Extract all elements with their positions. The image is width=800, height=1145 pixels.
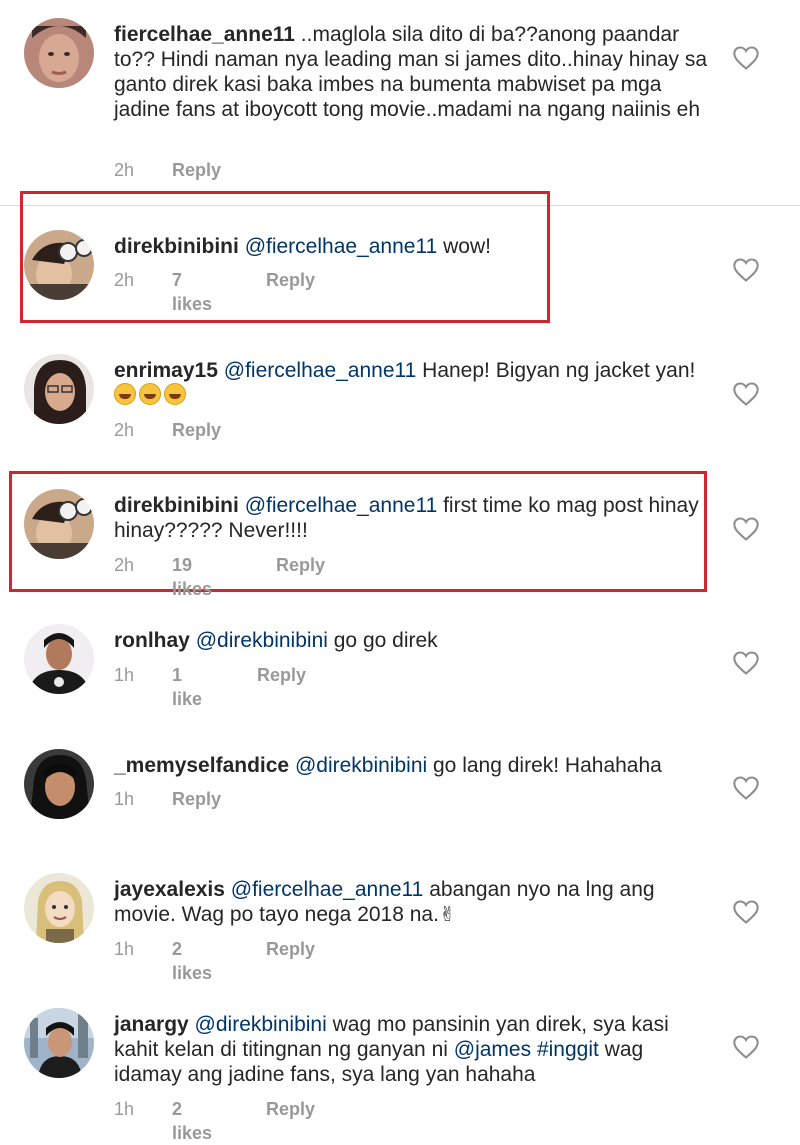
comment-mention[interactable]: @direkbinibini xyxy=(195,1013,327,1036)
comment-text: enrimay15 @fiercelhae_anne11 Hanep! Bigy… xyxy=(114,358,714,408)
comment-body: go lang direk! Hahahaha xyxy=(427,754,662,777)
comment-text: jayexalexis @fiercelhae_anne11 abangan n… xyxy=(114,877,714,928)
comment-mention[interactable]: @direkbinibini xyxy=(295,754,427,777)
heart-outline-icon[interactable] xyxy=(732,1034,760,1060)
avatar[interactable] xyxy=(24,354,94,424)
heart-outline-icon[interactable] xyxy=(732,45,760,71)
avatar[interactable] xyxy=(24,18,94,88)
comment-username[interactable]: direkbinibini xyxy=(114,235,239,258)
comment-time: 2h xyxy=(114,420,135,440)
heart-outline-icon[interactable] xyxy=(732,516,760,542)
comment-username[interactable]: janargy xyxy=(114,1013,189,1036)
comment-username[interactable]: _memyselfandice xyxy=(114,754,289,777)
comment-time: 1h xyxy=(114,789,135,809)
comment-body: go go direk xyxy=(327,629,438,652)
comment-mention[interactable]: @james xyxy=(454,1038,531,1061)
comment-hashtag[interactable]: #inggit xyxy=(537,1038,599,1061)
heart-outline-icon[interactable] xyxy=(732,899,760,925)
heart-outline-icon[interactable] xyxy=(732,381,760,407)
comment-text: direkbinibini @fiercelhae_anne11 first t… xyxy=(114,493,714,543)
reply-button[interactable]: Reply xyxy=(172,158,221,182)
heart-outline-icon[interactable] xyxy=(732,775,760,801)
likes-count[interactable]: 19 likes xyxy=(172,553,212,601)
comment-body: Hanep! Bigyan ng jacket yan! xyxy=(416,359,696,382)
comment-mention[interactable]: @fiercelhae_anne11 xyxy=(224,359,417,382)
avatar[interactable] xyxy=(24,489,94,559)
comment-time: 1h xyxy=(114,939,135,959)
reply-button[interactable]: Reply xyxy=(266,268,315,292)
comment-username[interactable]: fiercelhae_anne11 xyxy=(114,23,295,46)
comment-username[interactable]: enrimay15 xyxy=(114,359,218,382)
grinning-sweat-emoji xyxy=(114,383,136,405)
heart-outline-icon[interactable] xyxy=(732,257,760,283)
comment-time: 1h xyxy=(114,1099,135,1119)
comment-username[interactable]: direkbinibini xyxy=(114,494,239,517)
avatar[interactable] xyxy=(24,624,94,694)
comment-text: fiercelhae_anne11 ..maglola sila dito di… xyxy=(114,22,714,122)
comment-time: 2h xyxy=(114,160,135,180)
victory-hand-emoji: ✌ xyxy=(438,904,456,926)
reply-button[interactable]: Reply xyxy=(257,663,306,687)
comment-mention[interactable]: @fiercelhae_anne11 xyxy=(245,494,438,517)
likes-count[interactable]: 2 likes xyxy=(172,937,212,985)
likes-count[interactable]: 7 likes xyxy=(172,268,212,316)
avatar[interactable] xyxy=(24,873,94,943)
avatar[interactable] xyxy=(24,230,94,300)
comment-username[interactable]: ronlhay xyxy=(114,629,190,652)
avatar[interactable] xyxy=(24,1008,94,1078)
comment-mention[interactable]: @direkbinibini xyxy=(196,629,328,652)
comment-username[interactable]: jayexalexis xyxy=(114,878,225,901)
comment-mention[interactable]: @fiercelhae_anne11 xyxy=(245,235,438,258)
comment-body: wow! xyxy=(437,235,491,258)
comment-mention[interactable]: @fiercelhae_anne11 xyxy=(231,878,424,901)
comment-text: _memyselfandice @direkbinibini go lang d… xyxy=(114,753,714,778)
heart-outline-icon[interactable] xyxy=(732,650,760,676)
grinning-sweat-emoji xyxy=(139,383,161,405)
comment-text: janargy @direkbinibini wag mo pansinin y… xyxy=(114,1012,714,1087)
likes-count[interactable]: 1 like xyxy=(172,663,202,711)
reply-button[interactable]: Reply xyxy=(266,937,315,961)
avatar[interactable] xyxy=(24,749,94,819)
comment-time: 2h xyxy=(114,270,135,290)
comment-text: direkbinibini @fiercelhae_anne11 wow! xyxy=(114,234,714,259)
reply-button[interactable]: Reply xyxy=(266,1097,315,1121)
reply-button[interactable]: Reply xyxy=(172,418,221,442)
grinning-sweat-emoji xyxy=(164,383,186,405)
comment-time: 1h xyxy=(114,665,135,685)
comment-time: 2h xyxy=(114,555,135,575)
comment-text: ronlhay @direkbinibini go go direk xyxy=(114,628,714,653)
reply-button[interactable]: Reply xyxy=(172,787,221,811)
likes-count[interactable]: 2 likes xyxy=(172,1097,212,1145)
reply-button[interactable]: Reply xyxy=(276,553,325,577)
